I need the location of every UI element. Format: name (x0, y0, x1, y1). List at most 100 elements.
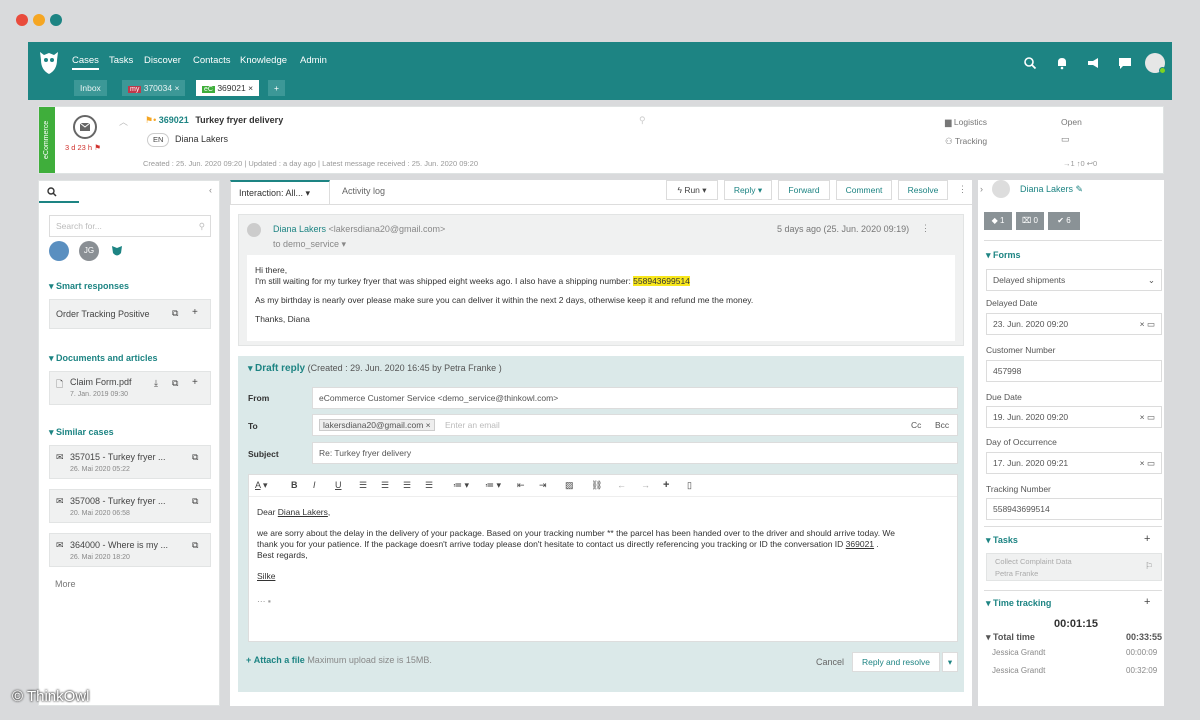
user-avatar[interactable] (1145, 53, 1166, 74)
tab-interaction[interactable]: Interaction: All... ▾ (230, 180, 330, 204)
bell-icon[interactable] (1055, 56, 1069, 70)
reply-button[interactable]: Reply ▾ (724, 180, 772, 200)
message-options-icon[interactable]: ⋮ (921, 223, 930, 234)
status-dropdown[interactable]: Open (1061, 117, 1082, 127)
language-badge[interactable]: EN (147, 133, 170, 147)
more-options-icon[interactable]: ⋮ (958, 184, 967, 195)
download-icon[interactable]: ⤓ (154, 378, 158, 389)
user-avatar-photo[interactable] (49, 241, 69, 261)
underline-icon[interactable]: U (335, 480, 342, 490)
sender-name[interactable]: Diana Lakers (273, 224, 326, 234)
case-contact[interactable]: Diana Lakers (175, 134, 228, 144)
smart-response-item[interactable]: Order Tracking Positive ⧉ + (49, 299, 211, 329)
attach-file-link[interactable]: + Attach a file Maximum upload size is 1… (246, 655, 432, 665)
draft-header[interactable]: ▾ Draft reply (Created : 29. Jun. 2020 1… (248, 363, 502, 374)
add-tab-button[interactable]: + (268, 80, 285, 96)
expand-right-icon[interactable]: › (980, 184, 983, 194)
task-item[interactable]: Collect Complaint Data Petra Franke ⚐ (986, 553, 1162, 581)
smart-responses-header[interactable]: ▾ Smart responses (49, 281, 129, 292)
redo-icon[interactable]: → (641, 480, 650, 490)
reply-editor[interactable]: A ▾ B I U ☰ ☰ ☰ ☰ ≔ ▾ ≔ ▾ ⇤ ⇥ ▨ ⛓ ← → + … (248, 474, 958, 642)
contact-avatar[interactable] (992, 180, 1010, 198)
align-right-icon[interactable]: ☰ (403, 480, 411, 491)
search-tab-icon[interactable] (47, 187, 57, 197)
subject-field[interactable]: Re: Turkey fryer delivery (312, 442, 958, 464)
add-time-icon[interactable]: + (1144, 596, 1150, 608)
document-item[interactable]: 🗋 Claim Form.pdf 7. Jan. 2019 09:30 ⤓ ⧉ … (49, 371, 211, 405)
owl-bot-icon[interactable] (107, 241, 127, 261)
add-icon[interactable]: + (192, 307, 198, 318)
copy-icon[interactable]: ⧉ (192, 496, 198, 507)
occurrence-date-field[interactable]: 17. Jun. 2020 09:21 × ▭ (986, 452, 1162, 474)
similar-case-item[interactable]: ✉ 357015 - Turkey fryer ... 26. Mai 2020… (49, 445, 211, 479)
copy-icon[interactable]: ⧉ (192, 452, 198, 463)
similar-case-item[interactable]: ✉ 364000 - Where is my ... 26. Mai 2020 … (49, 533, 211, 567)
nav-discover[interactable]: Discover (144, 55, 181, 66)
chat-icon[interactable] (1118, 56, 1132, 70)
italic-icon[interactable]: I (313, 480, 316, 490)
bold-icon[interactable]: B (291, 480, 298, 490)
reply-options-dropdown[interactable]: ▾ (942, 652, 958, 672)
similar-cases-header[interactable]: ▾ Similar cases (49, 427, 114, 438)
numbered-list-icon[interactable]: ≔ ▾ (485, 480, 501, 491)
align-left-icon[interactable]: ☰ (359, 480, 367, 491)
cases-counter[interactable]: ⌧ 0 (1016, 212, 1044, 230)
tab-activity-log[interactable]: Activity log (334, 180, 400, 204)
justify-icon[interactable]: ☰ (425, 480, 433, 491)
forms-header[interactable]: ▾ Forms (986, 250, 1021, 261)
clear-format-icon[interactable]: ▯ (687, 480, 692, 491)
nav-cases[interactable]: Cases (72, 55, 99, 70)
nav-tasks[interactable]: Tasks (109, 55, 133, 66)
comment-button[interactable]: Comment (836, 180, 892, 200)
tags-counter[interactable]: ◆ 1 (984, 212, 1012, 230)
add-icon[interactable]: + (192, 377, 198, 388)
align-center-icon[interactable]: ☰ (381, 480, 389, 491)
tab-inbox[interactable]: Inbox (74, 80, 107, 96)
resolved-counter[interactable]: ✔ 6 (1048, 212, 1080, 230)
edit-icon[interactable]: ✎ (1076, 184, 1084, 194)
bullet-list-icon[interactable]: ≔ ▾ (453, 480, 469, 491)
form-select[interactable]: Delayed shipments ⌄ (986, 269, 1162, 291)
similar-case-item[interactable]: ✉ 357008 - Turkey fryer ... 20. Mai 2020… (49, 489, 211, 523)
megaphone-icon[interactable] (1086, 56, 1100, 70)
search-icon[interactable] (1023, 56, 1037, 70)
calendar-icon[interactable]: ▭ (1061, 134, 1070, 145)
nav-contacts[interactable]: Contacts (193, 55, 231, 66)
cancel-button[interactable]: Cancel (816, 657, 844, 667)
left-search-input[interactable]: Search for... ⚲ (49, 215, 211, 237)
tasks-header[interactable]: ▾ Tasks (986, 535, 1018, 546)
indent-icon[interactable]: ⇥ (539, 480, 547, 491)
due-date-field[interactable]: 19. Jun. 2020 09:20 × ▭ (986, 406, 1162, 428)
tab-case-369021[interactable]: eC 369021 × (196, 80, 260, 96)
recipient-line[interactable]: to demo_service ▾ (273, 239, 346, 250)
tab-case-370034[interactable]: my 370034 × (122, 80, 186, 96)
close-window-button[interactable] (16, 14, 28, 26)
nav-admin[interactable]: Admin (300, 55, 327, 66)
expand-quoted-icon[interactable]: ⋯ ▪ (257, 596, 951, 607)
documents-header[interactable]: ▾ Documents and articles (49, 353, 158, 364)
forward-button[interactable]: Forward (778, 180, 830, 200)
category-tracking[interactable]: ⚇ Tracking (945, 136, 987, 147)
tab-close-icon[interactable]: × (174, 83, 179, 93)
category-logistics[interactable]: ▆ Logistics (945, 117, 987, 128)
collapse-chevron-icon[interactable]: ︿ (119, 115, 128, 128)
copy-icon[interactable]: ⧉ (172, 308, 178, 319)
bcc-link[interactable]: Bcc (935, 415, 949, 435)
tab-close-icon[interactable]: × (248, 83, 253, 93)
cc-link[interactable]: Cc (911, 415, 921, 435)
recipient-chip[interactable]: lakersdiana20@gmail.com × (319, 419, 435, 431)
contact-name[interactable]: Diana Lakers ✎ (1020, 184, 1083, 195)
undo-icon[interactable]: ← (617, 480, 626, 490)
from-field[interactable]: eCommerce Customer Service <demo_service… (312, 387, 958, 409)
collapse-left-icon[interactable]: ‹ (209, 185, 212, 195)
outdent-icon[interactable]: ⇤ (517, 480, 525, 491)
image-icon[interactable]: ▨ (565, 480, 574, 491)
more-link[interactable]: More (55, 579, 76, 589)
insert-plus-icon[interactable]: + (663, 479, 669, 491)
run-button[interactable]: ϟ Run ▾ (666, 180, 718, 200)
owl-logo-icon[interactable] (38, 50, 60, 76)
customer-number-field[interactable]: 457998 (986, 360, 1162, 382)
minimize-window-button[interactable] (33, 14, 45, 26)
tracking-number-field[interactable]: 558943699514 (986, 498, 1162, 520)
copy-icon[interactable]: ⧉ (172, 378, 178, 389)
